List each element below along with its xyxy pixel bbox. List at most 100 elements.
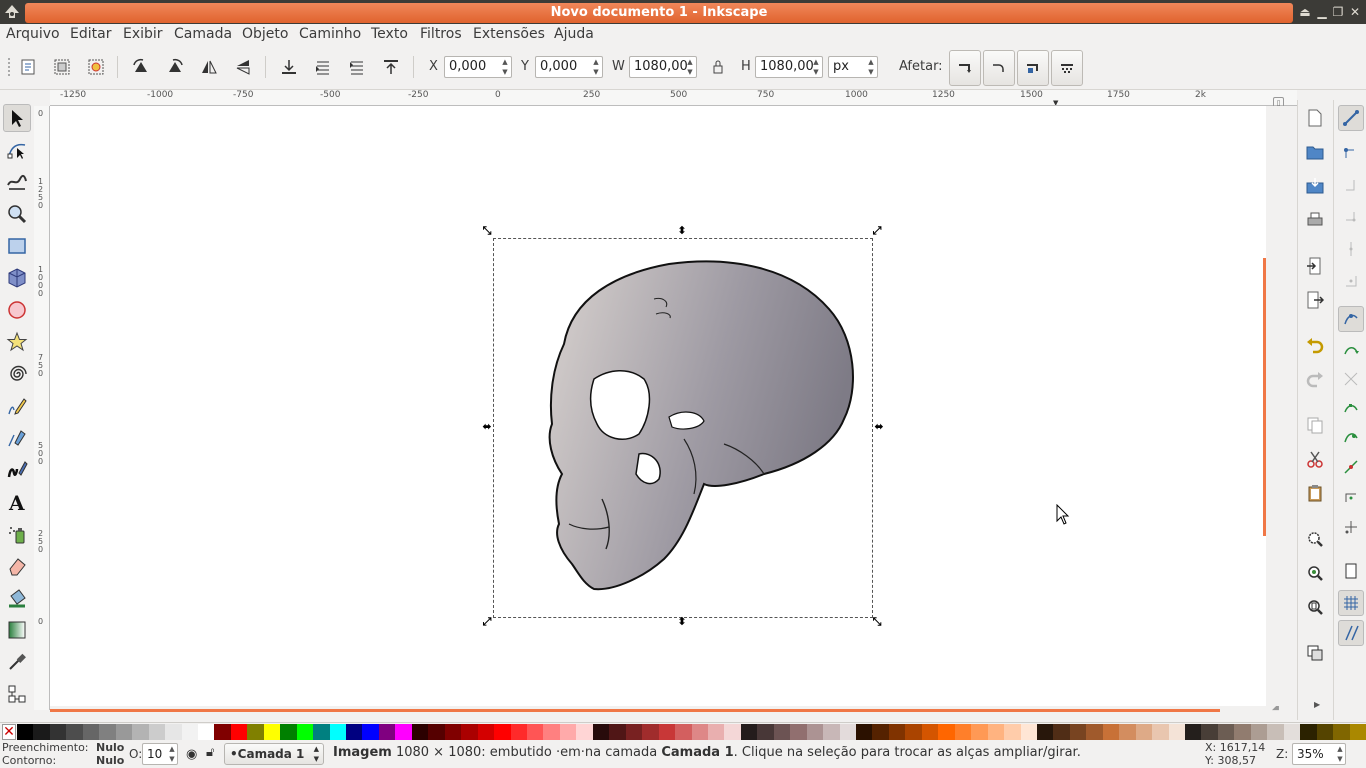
color-swatch[interactable] xyxy=(477,724,495,740)
color-swatch[interactable] xyxy=(280,724,298,740)
resize-handle-n-icon[interactable]: ⬍ xyxy=(676,225,688,237)
snap-bbox-center-button[interactable] xyxy=(1338,268,1364,294)
color-swatch[interactable] xyxy=(1069,724,1087,740)
menu-exibir[interactable]: Exibir xyxy=(123,26,163,42)
color-swatch[interactable] xyxy=(346,724,364,740)
zoom-page-button[interactable] xyxy=(1302,594,1328,620)
raise-to-top-button[interactable] xyxy=(376,50,406,84)
new-document-button[interactable] xyxy=(1302,105,1328,131)
snap-rotation-center-button[interactable] xyxy=(1338,514,1364,540)
color-swatch[interactable] xyxy=(872,724,890,740)
color-swatch[interactable] xyxy=(1250,724,1268,740)
cut-button[interactable] xyxy=(1302,446,1328,472)
zoom-spin-arrows[interactable]: ▲ ▼ xyxy=(1335,744,1345,764)
color-swatch[interactable] xyxy=(1267,724,1285,740)
vertical-ruler[interactable]: 0 1 2 5 0 1 0 0 0 7 5 0 5 0 0 2 5 0 0 xyxy=(34,106,50,710)
raise-button[interactable] xyxy=(342,50,372,84)
color-swatch[interactable] xyxy=(444,724,462,740)
snap-smooth-nodes-button[interactable] xyxy=(1338,424,1364,450)
color-swatch[interactable] xyxy=(658,724,676,740)
zoom-tool[interactable] xyxy=(3,200,31,228)
color-swatch[interactable] xyxy=(954,724,972,740)
skull-image[interactable] xyxy=(494,239,872,617)
color-swatch[interactable] xyxy=(1086,724,1104,740)
color-swatch[interactable] xyxy=(395,724,413,740)
color-swatch[interactable] xyxy=(296,724,314,740)
select-all-layers-button[interactable] xyxy=(47,50,77,84)
snap-bbox-corner-button[interactable] xyxy=(1338,204,1364,230)
color-swatch[interactable] xyxy=(1036,724,1054,740)
color-swatch[interactable] xyxy=(938,724,956,740)
flip-vertical-button[interactable] xyxy=(228,50,258,84)
snap-midpoints-button[interactable] xyxy=(1338,454,1364,480)
commands-expand-arrow-icon[interactable]: ▶ xyxy=(1314,700,1320,709)
color-swatch[interactable] xyxy=(494,724,512,740)
snap-nodes-button[interactable] xyxy=(1338,306,1364,332)
x-spin-arrows[interactable]: ▲ ▼ xyxy=(499,57,511,77)
menu-filtros[interactable]: Filtros xyxy=(420,26,462,42)
color-swatch[interactable] xyxy=(1135,724,1153,740)
unit-select[interactable]: px ▲ ▼ xyxy=(828,56,878,78)
color-swatch[interactable] xyxy=(839,724,857,740)
affect-stroke-width-button[interactable] xyxy=(949,50,981,86)
color-swatch[interactable] xyxy=(1152,724,1170,740)
color-swatch[interactable] xyxy=(543,724,561,740)
color-swatch[interactable] xyxy=(526,724,544,740)
menu-caminho[interactable]: Caminho xyxy=(299,26,361,42)
color-swatch[interactable] xyxy=(17,724,34,740)
horizontal-scroll-thumb[interactable] xyxy=(50,709,1220,712)
color-swatch[interactable] xyxy=(362,724,380,740)
calligraphy-tool[interactable] xyxy=(3,456,31,484)
color-swatch[interactable] xyxy=(82,724,100,740)
color-swatch[interactable] xyxy=(757,724,775,740)
color-swatch[interactable] xyxy=(461,724,479,740)
spiral-tool[interactable] xyxy=(3,360,31,388)
flip-horizontal-button[interactable] xyxy=(194,50,224,84)
zoom-selection-button[interactable] xyxy=(1302,526,1328,552)
copy-button[interactable] xyxy=(1302,412,1328,438)
dropper-tool[interactable] xyxy=(3,648,31,676)
pen-tool[interactable] xyxy=(3,424,31,452)
rotate-ccw-button[interactable] xyxy=(126,50,156,84)
snap-bbox-edge-button[interactable] xyxy=(1338,172,1364,198)
color-swatch[interactable] xyxy=(148,724,166,740)
color-swatch[interactable] xyxy=(1119,724,1137,740)
horizontal-ruler[interactable]: -1250 -1000 -750 -500 -250 0 250 500 750… xyxy=(50,90,1297,106)
color-swatch[interactable] xyxy=(724,724,742,740)
resize-handle-w-icon[interactable]: ⬌ xyxy=(481,421,493,433)
color-swatch[interactable] xyxy=(675,724,693,740)
affect-patterns-button[interactable] xyxy=(1051,50,1083,86)
color-swatch[interactable] xyxy=(740,724,758,740)
color-swatch[interactable] xyxy=(214,724,232,740)
resize-handle-s-icon[interactable]: ⬍ xyxy=(676,616,688,628)
no-paint-swatch-icon[interactable]: ✕ xyxy=(2,724,16,740)
color-swatch[interactable] xyxy=(773,724,791,740)
color-swatch[interactable] xyxy=(1316,724,1334,740)
lock-proportions-button[interactable] xyxy=(703,50,733,84)
color-swatch[interactable] xyxy=(247,724,265,740)
color-swatch[interactable] xyxy=(197,724,215,740)
menu-arquivo[interactable]: Arquivo xyxy=(6,26,60,42)
vertical-scroll-thumb[interactable] xyxy=(1263,258,1266,536)
color-swatch[interactable] xyxy=(115,724,133,740)
paint-bucket-tool[interactable] xyxy=(3,584,31,612)
color-swatch[interactable] xyxy=(823,724,841,740)
y-spin-arrows[interactable]: ▲ ▼ xyxy=(590,57,602,77)
color-swatch[interactable] xyxy=(1349,724,1366,740)
color-swatch[interactable] xyxy=(99,724,117,740)
duplicate-button[interactable] xyxy=(1302,640,1328,666)
resize-handle-e-icon[interactable]: ⬌ xyxy=(873,421,885,433)
color-swatch[interactable] xyxy=(691,724,709,740)
fill-value[interactable]: Nulo xyxy=(96,741,124,754)
snap-guides-button[interactable] xyxy=(1338,620,1364,646)
color-swatch[interactable] xyxy=(576,724,594,740)
y-input[interactable]: 0,000 ▲ ▼ xyxy=(535,56,603,78)
color-swatch[interactable] xyxy=(1283,724,1301,740)
color-swatch[interactable] xyxy=(642,724,660,740)
color-swatch[interactable] xyxy=(971,724,989,740)
opacity-input[interactable]: 10 ▲ ▼ xyxy=(142,743,178,765)
color-swatch[interactable] xyxy=(181,724,199,740)
menu-editar[interactable]: Editar xyxy=(70,26,111,42)
paste-button[interactable] xyxy=(1302,480,1328,506)
color-swatch[interactable] xyxy=(1168,724,1186,740)
